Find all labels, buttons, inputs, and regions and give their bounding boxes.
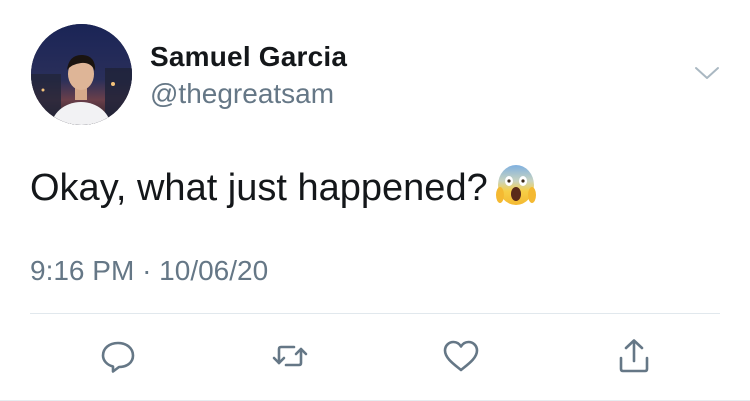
chevron-down-icon[interactable] [694, 64, 720, 82]
retweet-button[interactable] [270, 336, 310, 376]
share-icon [619, 339, 649, 373]
author-handle[interactable]: @thegreatsam [150, 77, 334, 111]
timestamp-separator: · [142, 255, 152, 286]
avatar-photo [31, 24, 132, 125]
reply-icon [101, 341, 135, 373]
tweet-time: 9:16 PM [30, 255, 135, 286]
like-button[interactable] [441, 336, 481, 376]
share-button[interactable] [614, 336, 654, 376]
tweet-text-content: Okay, what just happened? [30, 167, 488, 209]
avatar[interactable] [31, 24, 132, 125]
tweet-date: 10/06/20 [159, 255, 269, 286]
tweet-actions [0, 336, 750, 376]
tweet-timestamp[interactable]: 9:16 PM · 10/06/20 [30, 254, 268, 288]
divider [30, 313, 720, 314]
heart-icon [443, 340, 479, 372]
face-screaming-in-fear-icon [495, 163, 536, 207]
tweet-text: Okay, what just happened? [30, 163, 536, 211]
reply-button[interactable] [98, 336, 138, 376]
retweet-icon [272, 345, 308, 367]
author-name[interactable]: Samuel Garcia [150, 40, 347, 74]
